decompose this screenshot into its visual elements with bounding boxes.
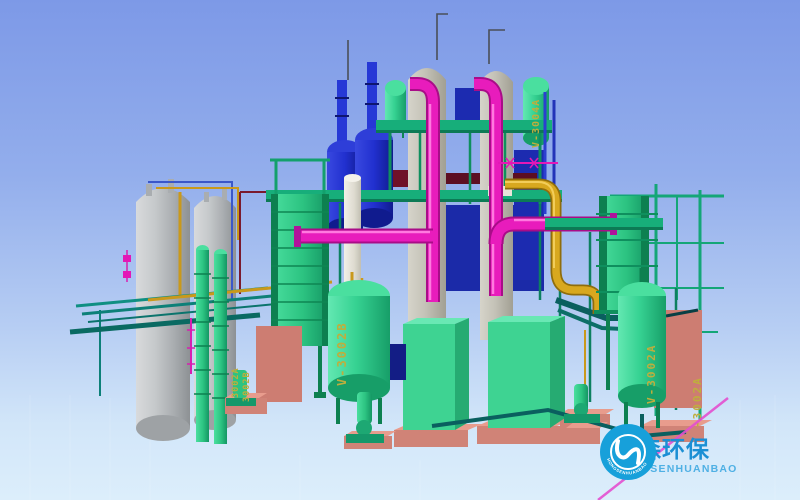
green-equipment-box-1 (403, 318, 469, 430)
walkway-right (545, 218, 663, 230)
logo-badge-icon: HONGSENHUANBAO (598, 422, 658, 482)
watermark-logo: HONGSENHUANBAO 宏森环保 HONGSENHUANBAO (598, 420, 798, 492)
storage-tank-1 (136, 179, 190, 441)
tag-right-vessel: V-3002A (645, 344, 658, 404)
vessel-v3002a (618, 268, 666, 428)
model-viewport[interactable]: V-3002B V-3002A -3002A V-3004A 3002A 300… (0, 0, 800, 500)
tag-top-right-vessel: V-3004A (531, 99, 542, 148)
tag-left-pump-b: 3002B (242, 371, 252, 402)
tag-left-pump-a: 3002A (231, 367, 241, 398)
tag-center-vessel: V-3002B (335, 321, 349, 386)
